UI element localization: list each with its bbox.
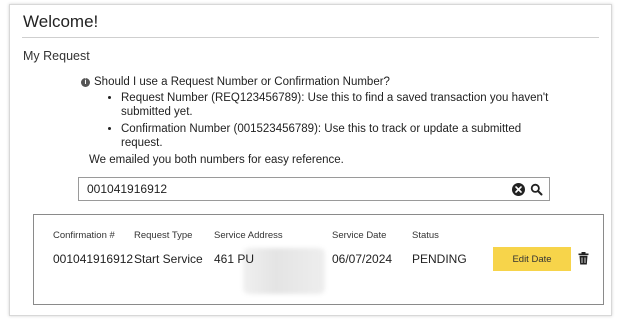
results-card: Confirmation # Request Type Service Addr… <box>33 214 604 305</box>
header-confirmation: Confirmation # <box>53 230 115 241</box>
header-service-address: Service Address <box>214 230 283 241</box>
main-panel: Welcome! My Request i Should I use a Req… <box>9 4 612 316</box>
cell-service-date: 06/07/2024 <box>332 252 393 266</box>
info-icon: i <box>81 77 90 87</box>
search-box <box>78 177 550 201</box>
info-bullets: Request Number (REQ123456789): Use this … <box>81 91 561 150</box>
info-note: We emailed you both numbers for easy ref… <box>89 154 344 166</box>
header-status: Status <box>412 230 439 241</box>
redacted-address <box>243 248 325 294</box>
search-icon[interactable] <box>530 183 543 196</box>
trash-icon[interactable] <box>578 252 589 265</box>
section-title: My Request <box>23 49 90 63</box>
cell-request-type: Start Service <box>134 252 203 266</box>
title-divider <box>22 37 599 38</box>
header-service-date: Service Date <box>332 230 387 241</box>
info-question: Should I use a Request Number or Confirm… <box>94 76 390 88</box>
page-title: Welcome! <box>23 12 99 31</box>
bullet-request-number: Request Number (REQ123456789): Use this … <box>121 91 561 119</box>
cell-confirmation: 001041916912 <box>53 252 134 266</box>
bullet-confirmation-number: Confirmation Number (001523456789): Use … <box>121 122 561 150</box>
clear-circle-icon[interactable] <box>512 183 525 196</box>
edit-date-button[interactable]: Edit Date <box>493 247 571 271</box>
search-input[interactable] <box>87 178 487 200</box>
header-request-type: Request Type <box>134 230 193 241</box>
cell-service-address: 461 PU <box>214 252 255 266</box>
info-block: i Should I use a Request Number or Confi… <box>81 75 561 167</box>
status-badge: PENDING <box>412 252 467 266</box>
